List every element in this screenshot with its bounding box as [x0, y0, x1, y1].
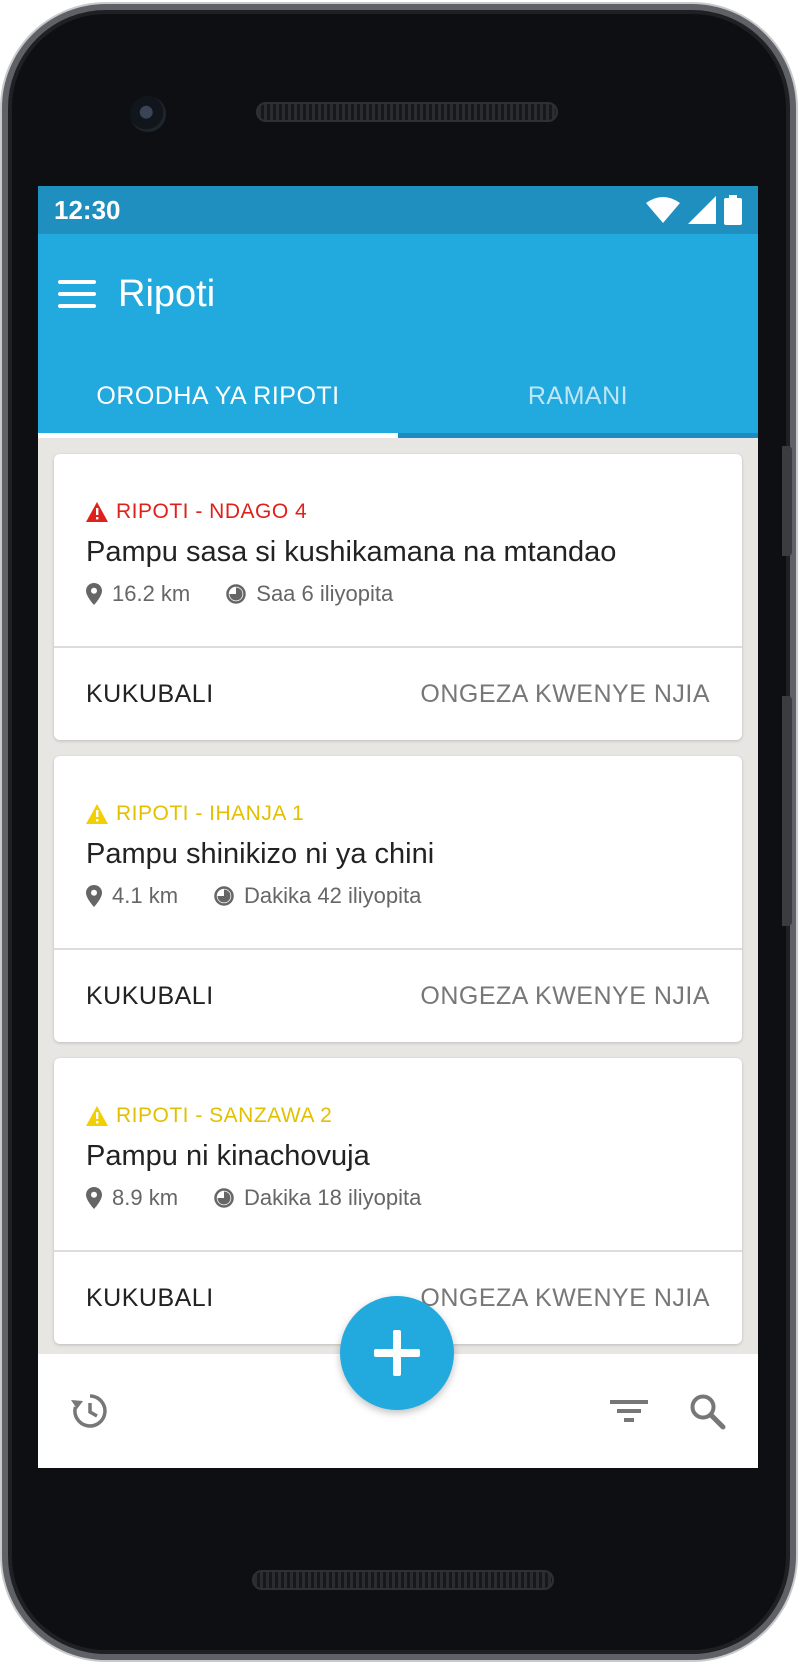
clock-icon: [226, 584, 247, 604]
report-list: RIPOTI - NDAGO 4 Pampu sasa si kushikama…: [38, 438, 758, 1344]
report-card[interactable]: RIPOTI - NDAGO 4 Pampu sasa si kushikama…: [54, 454, 742, 740]
tab-report-list[interactable]: ORODHA YA RIPOTI: [38, 354, 398, 438]
app-bar: Ripoti: [38, 234, 758, 354]
location-pin-icon: [86, 885, 102, 907]
wifi-icon: [646, 197, 680, 223]
report-card[interactable]: RIPOTI - IHANJA 1 Pampu shinikizo ni ya …: [54, 756, 742, 1042]
report-distance: 16.2 km: [86, 581, 190, 607]
report-tag-text: RIPOTI - IHANJA 1: [116, 802, 305, 825]
location-pin-icon: [86, 1187, 102, 1209]
report-meta: 4.1 km Dakika 42 iliyopita: [86, 883, 710, 909]
report-tag: RIPOTI - IHANJA 1: [86, 802, 710, 826]
location-pin-icon: [86, 583, 102, 605]
page-title: Ripoti: [118, 272, 216, 315]
report-tag: RIPOTI - NDAGO 4: [86, 500, 710, 524]
add-report-button[interactable]: [340, 1296, 454, 1410]
report-card-body: RIPOTI - IHANJA 1 Pampu shinikizo ni ya …: [54, 756, 742, 950]
report-title: Pampu ni kinachovuja: [86, 1140, 370, 1172]
signal-icon: [688, 196, 716, 224]
tab-bar: ORODHA YA RIPOTI RAMANI: [38, 354, 758, 438]
clock-icon: [214, 886, 234, 906]
report-card-actions: KUKUBALI ONGEZA KWENYE NJIA: [54, 950, 742, 1042]
clock-icon: [214, 1188, 234, 1208]
report-time: Saa 6 iliyopita: [226, 581, 393, 607]
accept-button[interactable]: KUKUBALI: [86, 1284, 214, 1313]
accept-button[interactable]: KUKUBALI: [86, 680, 214, 709]
report-title: Pampu sasa si kushikamana na mtandao: [86, 536, 617, 568]
top-speaker: [256, 102, 558, 122]
active-tab-indicator: [38, 433, 398, 438]
report-distance: 8.9 km: [86, 1185, 178, 1211]
report-meta: 16.2 km Saa 6 iliyopita: [86, 581, 710, 607]
report-time: Dakika 42 iliyopita: [214, 883, 421, 909]
add-to-route-button[interactable]: ONGEZA KWENYE NJIA: [420, 1284, 710, 1313]
report-card-body: RIPOTI - NDAGO 4 Pampu sasa si kushikama…: [54, 454, 742, 648]
add-to-route-button[interactable]: ONGEZA KWENYE NJIA: [420, 982, 710, 1011]
add-to-route-button[interactable]: ONGEZA KWENYE NJIA: [420, 680, 710, 709]
warning-icon: [86, 804, 108, 824]
bottom-speaker: [252, 1570, 554, 1590]
tab-map[interactable]: RAMANI: [398, 354, 758, 438]
report-card-body: RIPOTI - SANZAWA 2 Pampu ni kinachovuja …: [54, 1058, 742, 1252]
tab-underline: [398, 433, 758, 438]
report-distance: 4.1 km: [86, 883, 178, 909]
report-title: Pampu shinikizo ni ya chini: [86, 838, 435, 870]
filter-icon[interactable]: [610, 1396, 648, 1426]
report-distance-text: 8.9 km: [112, 1185, 179, 1210]
report-distance-text: 4.1 km: [112, 883, 179, 908]
accept-button[interactable]: KUKUBALI: [86, 982, 214, 1011]
power-button: [782, 446, 792, 556]
search-icon[interactable]: [688, 1392, 726, 1430]
status-time: 12:30: [54, 194, 121, 225]
app-screen: 12:30 Ripoti ORODHA YA RIPOTI RAMANI RIP…: [38, 186, 758, 1468]
status-bar: 12:30: [38, 186, 758, 234]
status-icons: [646, 195, 742, 225]
report-time: Dakika 18 iliyopita: [214, 1185, 421, 1211]
report-distance-text: 16.2 km: [112, 581, 191, 606]
warning-icon: [86, 502, 108, 522]
volume-button: [782, 696, 792, 926]
battery-icon: [724, 195, 742, 225]
warning-icon: [86, 1106, 108, 1126]
history-icon[interactable]: [70, 1391, 110, 1431]
menu-icon[interactable]: [58, 280, 96, 308]
report-tag: RIPOTI - SANZAWA 2: [86, 1104, 710, 1128]
report-card-actions: KUKUBALI ONGEZA KWENYE NJIA: [54, 648, 742, 740]
plus-icon: [374, 1330, 420, 1376]
report-time-text: Dakika 18 iliyopita: [244, 1185, 422, 1210]
front-camera: [130, 96, 166, 132]
report-tag-text: RIPOTI - SANZAWA 2: [116, 1104, 333, 1127]
report-tag-text: RIPOTI - NDAGO 4: [116, 500, 308, 523]
report-meta: 8.9 km Dakika 18 iliyopita: [86, 1185, 710, 1211]
report-time-text: Dakika 42 iliyopita: [244, 883, 422, 908]
report-time-text: Saa 6 iliyopita: [256, 581, 394, 606]
